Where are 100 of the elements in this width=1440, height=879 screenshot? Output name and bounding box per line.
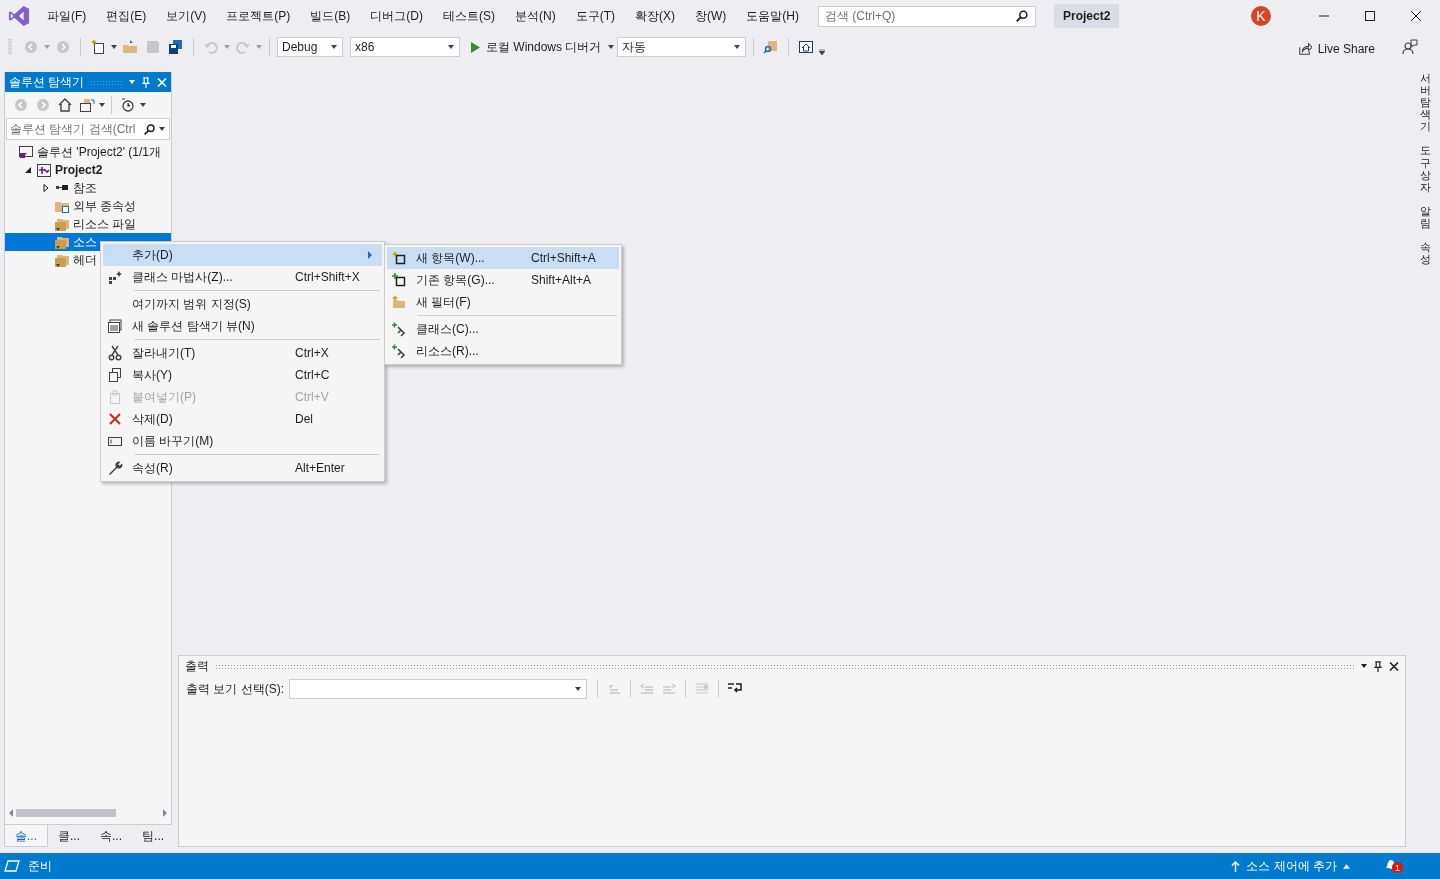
add-class-icon xyxy=(391,321,407,337)
menu-item[interactable]: 도움말(H) xyxy=(737,3,808,29)
menu-item[interactable]: 창(W) xyxy=(686,3,736,29)
find-in-files-icon[interactable] xyxy=(763,39,780,55)
clock-icon[interactable] xyxy=(120,97,136,113)
share-icon xyxy=(1297,42,1312,56)
close-icon[interactable] xyxy=(1410,10,1422,22)
source-control-button[interactable]: 소스 제어에 추가 xyxy=(1225,856,1356,876)
overflow-caret-icon[interactable] xyxy=(819,49,826,55)
menu-item[interactable]: 클래스(C)... xyxy=(387,318,619,340)
copy-icon xyxy=(107,367,123,383)
dropdown-caret-icon[interactable] xyxy=(99,103,105,107)
configuration-dropdown[interactable]: Debug xyxy=(277,37,343,57)
save-all-icon[interactable] xyxy=(168,39,184,55)
scroll-left-icon[interactable] xyxy=(9,809,13,817)
notifications-button[interactable]: 1 xyxy=(1384,855,1404,877)
menu-item[interactable]: 새 솔루션 탐색기 뷰(N) xyxy=(103,315,382,337)
run-mode-dropdown[interactable]: 자동 xyxy=(617,37,747,57)
menu-item[interactable]: 리소스(R)... xyxy=(387,340,619,362)
menu-item[interactable]: 이름 바꾸기(M) xyxy=(103,430,382,452)
dropdown-caret-icon[interactable] xyxy=(734,45,741,49)
collapsed-arrow-icon[interactable] xyxy=(42,184,50,192)
menu-item[interactable]: 도구(T) xyxy=(566,3,624,29)
project-name: Project2 xyxy=(1054,4,1120,28)
dropdown-caret-icon[interactable] xyxy=(608,45,615,49)
menu-item[interactable]: 분석(N) xyxy=(506,3,565,29)
dropdown-caret-icon[interactable] xyxy=(1361,664,1367,668)
search-field[interactable]: 검색 (Ctrl+Q) xyxy=(818,5,1036,27)
menu-item[interactable]: 기존 항목(G)... Shift+Alt+A xyxy=(387,269,619,291)
new-folder-icon xyxy=(391,294,407,310)
clipboard-icon xyxy=(107,389,123,405)
menu-item[interactable]: 프로젝트(P) xyxy=(217,3,300,29)
folder-icon xyxy=(54,234,70,250)
feedback-icon[interactable] xyxy=(1402,39,1418,55)
menu-item[interactable]: 잘라내기(T) Ctrl+X xyxy=(103,342,382,364)
expanded-arrow-icon[interactable] xyxy=(24,166,32,174)
delete-icon xyxy=(107,411,123,427)
side-tab[interactable]: 서버 탐색기 xyxy=(1419,72,1431,133)
tree-item[interactable]: 외부 종속성 xyxy=(5,197,171,215)
menu-item[interactable]: 추가(D) xyxy=(103,244,382,266)
add-item-icon xyxy=(391,272,407,288)
notification-badge: 1 xyxy=(1392,862,1403,873)
side-tab[interactable]: 알림 xyxy=(1419,204,1431,230)
panel-tab[interactable]: 팀... xyxy=(132,825,175,847)
menu-item[interactable]: 확장(X) xyxy=(626,3,684,29)
search-icon[interactable] xyxy=(1015,9,1029,23)
window-icon xyxy=(107,318,123,334)
menu-item[interactable]: 복사(Y) Ctrl+C xyxy=(103,364,382,386)
dropdown-caret-icon[interactable] xyxy=(331,45,337,49)
menu-item[interactable]: 디버그(D) xyxy=(361,3,432,29)
add-class-icon xyxy=(391,343,407,359)
menu-item[interactable]: 편집(E) xyxy=(97,3,156,29)
start-debugging-button[interactable]: 로컬 Windows 디버거 xyxy=(463,38,606,56)
menu-item[interactable]: 빌드(B) xyxy=(301,3,360,29)
dropdown-caret-icon[interactable] xyxy=(140,103,146,107)
dropdown-caret-icon[interactable] xyxy=(575,687,581,691)
new-item-icon xyxy=(391,250,407,266)
panel-tab[interactable]: 솔... xyxy=(4,825,48,847)
platform-dropdown[interactable]: x86 xyxy=(350,37,460,57)
menu-item[interactable]: 파일(F) xyxy=(38,3,96,29)
menu-item[interactable]: 보기(V) xyxy=(157,3,216,29)
home-window-icon[interactable] xyxy=(798,39,815,55)
app-logo-icon xyxy=(8,5,30,27)
play-icon xyxy=(471,41,480,53)
menu-item[interactable]: 새 필터(F) xyxy=(387,291,619,313)
account-avatar[interactable]: K xyxy=(1251,6,1271,26)
live-share-button[interactable]: Live Share xyxy=(1291,41,1381,57)
dropdown-caret-icon[interactable] xyxy=(111,45,117,49)
side-tab[interactable]: 도구 상자 xyxy=(1419,144,1431,193)
menu-item[interactable]: 새 항목(W)... Ctrl+Shift+A xyxy=(387,247,619,269)
search-input[interactable]: 솔루션 탐색기 검색(Ctrl xyxy=(7,122,140,136)
pin-icon[interactable] xyxy=(1373,660,1383,672)
tree-item[interactable]: 참조 xyxy=(5,179,171,197)
menu-item[interactable]: 속성(R) Alt+Enter xyxy=(103,457,382,479)
menu-item[interactable]: 여기까지 범위 지정(S) xyxy=(103,293,382,315)
dropdown-caret-icon[interactable] xyxy=(448,45,454,49)
maximize-icon[interactable] xyxy=(1364,10,1376,22)
folder-icon xyxy=(54,252,70,268)
panel-tab[interactable]: 클... xyxy=(48,825,91,847)
dropdown-caret-icon[interactable] xyxy=(159,127,165,131)
switch-views-icon[interactable] xyxy=(79,97,95,113)
tree-item[interactable]: 리소스 파일 xyxy=(5,215,171,233)
new-project-icon[interactable] xyxy=(90,39,106,55)
menu-item[interactable]: 테스트(S) xyxy=(434,3,504,29)
tree-item[interactable]: 솔루션 'Project2' (1/1개 xyxy=(5,143,171,161)
side-tab[interactable]: 속성 xyxy=(1419,241,1431,266)
menu-item[interactable]: 삭제(D) Del xyxy=(103,408,382,430)
search-icon[interactable] xyxy=(143,122,156,136)
panel-tab[interactable]: 속... xyxy=(90,825,133,847)
search-input[interactable]: 검색 (Ctrl+Q) xyxy=(819,9,1015,23)
wrench-icon xyxy=(107,460,123,476)
tree-item[interactable]: Project2 xyxy=(5,161,171,179)
scissors-icon xyxy=(107,345,123,361)
panel-title: 솔루션 탐색기 xyxy=(9,73,85,91)
scroll-right-icon[interactable] xyxy=(163,809,167,817)
search-field[interactable]: 솔루션 탐색기 검색(Ctrl xyxy=(6,118,170,140)
status-text: 준비 xyxy=(28,857,52,875)
menu-item[interactable]: 클래스 마법사(Z)... Ctrl+Shift+X xyxy=(103,266,382,288)
close-icon[interactable] xyxy=(1389,660,1399,672)
home-icon[interactable] xyxy=(57,97,73,113)
